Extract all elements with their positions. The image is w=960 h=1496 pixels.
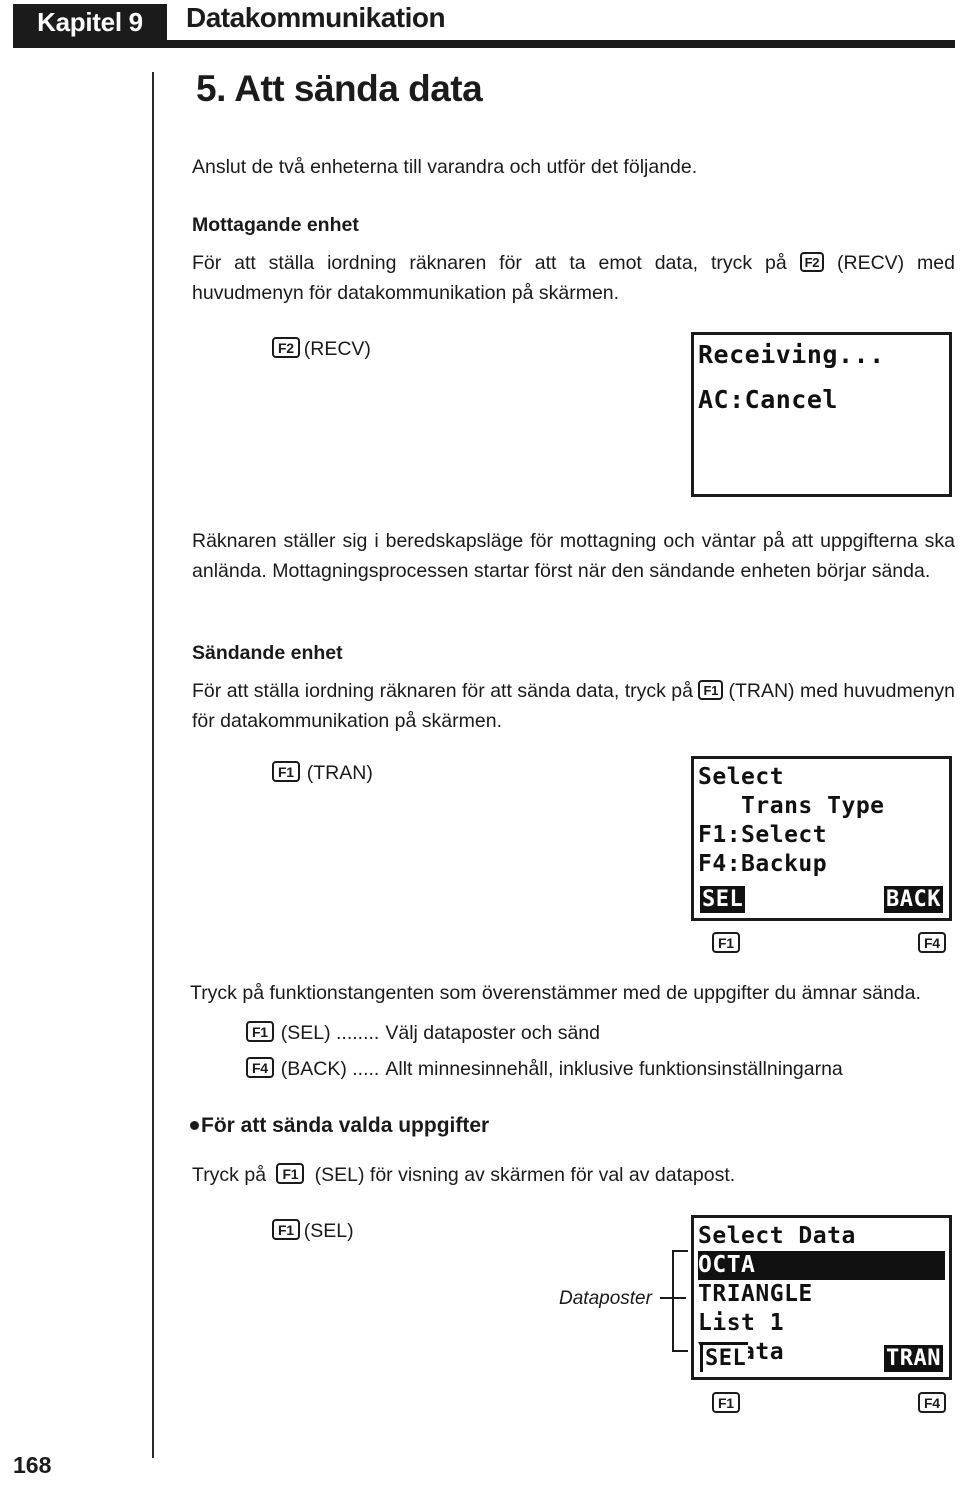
lcd-trans-line4: F4:Backup xyxy=(698,851,828,877)
lcd-tab-sel[interactable]: SEL xyxy=(700,886,746,913)
sending-option-back: F4 (BACK) ..... Allt minnesinnehåll, inklu… xyxy=(246,1054,960,1084)
receiving-paragraph: För att ställa iordning räknaren för att… xyxy=(192,248,955,308)
f4-key-icon-under-trans: F4 xyxy=(918,932,946,953)
sending-option-sel-desc: Välj dataposter och sänd xyxy=(385,1022,601,1044)
f1-key-icon-sel-caption: F1 xyxy=(272,1219,300,1240)
page-header: Kapitel 9 Datakommunikation xyxy=(0,0,960,56)
sel-caption-text: (SEL) xyxy=(303,1220,354,1242)
dataposter-label: Dataposter xyxy=(559,1288,652,1309)
f1-key-icon: F1 xyxy=(698,680,724,700)
selected-paragraph: Tryck på F1 (SEL) för visning av skärmen… xyxy=(192,1160,955,1190)
selected-bullet-heading-text: För att sända valda uppgifter xyxy=(201,1114,490,1137)
sending-paragraph: För att ställa iordning räknaren för att… xyxy=(192,676,955,736)
lcd-select-data-row-2[interactable]: List 1 xyxy=(698,1309,945,1338)
page-title: 5. Att sända data xyxy=(196,68,483,109)
selected-text-a: Tryck på xyxy=(192,1164,267,1186)
lcd-receiving-line2: AC:Cancel xyxy=(698,385,838,414)
sending-heading: Sändande enhet xyxy=(192,642,343,664)
tran-caption-text: (TRAN) xyxy=(306,762,373,784)
f2-key-icon-caption: F2 xyxy=(272,337,300,358)
f1-key-icon-selected: F1 xyxy=(276,1163,305,1184)
receiving-note: Räknaren ställer sig i beredskapsläge fö… xyxy=(192,530,955,582)
f1-key-icon-under-trans: F1 xyxy=(712,932,740,953)
f4-key-icon-option: F4 xyxy=(246,1057,274,1078)
lcd-select-data-row-0[interactable]: OCTA xyxy=(698,1251,945,1280)
lcd-trans-line1: Select xyxy=(698,764,785,790)
lcd-trans-line2: Trans Type xyxy=(698,793,885,819)
page-number: 168 xyxy=(13,1452,52,1478)
sending-option-sel: F1 (SEL) ........ Välj dataposter och sänd xyxy=(246,1018,960,1048)
sending-text-a: För att ställa iordning räknaren för att… xyxy=(192,680,693,702)
recv-caption-text: (RECV) xyxy=(303,338,371,360)
f1-key-icon-under-select: F1 xyxy=(712,1392,740,1413)
receiving-heading: Mottagande enhet xyxy=(192,214,359,236)
lcd-select-data-row-1[interactable]: TRIANGLE xyxy=(698,1280,945,1309)
header-rule xyxy=(13,40,955,48)
fkey-caption-f1-select: F1 xyxy=(712,1392,740,1413)
lcd-receiving-content: Receiving... AC:Cancel xyxy=(698,339,945,490)
selected-text-b: (SEL) för visning av skärmen för val av … xyxy=(314,1164,736,1186)
dataposter-bracket xyxy=(672,1250,688,1352)
selected-bullet-heading: För att sända valda uppgifter xyxy=(190,1114,489,1138)
f4-key-icon-under-select: F4 xyxy=(918,1392,946,1413)
f1-key-icon-option: F1 xyxy=(246,1021,274,1042)
fkey-caption-f4-select: F4 xyxy=(918,1392,946,1413)
tran-caption: F1 (TRAN) xyxy=(272,758,373,788)
left-vertical-rule xyxy=(152,72,154,1458)
sending-option-back-label: (BACK) ..... xyxy=(280,1058,380,1080)
f1-key-icon-caption: F1 xyxy=(272,761,300,782)
lcd-tab-sel-outline[interactable]: SEL xyxy=(700,1342,749,1372)
lcd-select-data-title: Select Data xyxy=(698,1223,856,1249)
sending-instruction: Tryck på funktionstangenten som överenst… xyxy=(190,982,921,1004)
receiving-text-a: För att ställa iordning räknaren för att… xyxy=(192,252,787,274)
lcd-tab-tran[interactable]: TRAN xyxy=(884,1345,943,1372)
fkey-caption-f1-trans: F1 xyxy=(712,932,740,953)
chapter-title: Datakommunikation xyxy=(186,2,446,33)
lcd-receiving-line1: Receiving... xyxy=(698,340,885,369)
lcd-screen-trans-type: Select Trans Type F1:Select F4:Backup SE… xyxy=(691,756,952,921)
sending-option-sel-label: (SEL) ........ xyxy=(280,1022,380,1044)
f2-key-icon: F2 xyxy=(799,252,825,272)
lcd-screen-receiving: Receiving... AC:Cancel xyxy=(691,332,952,497)
lcd-screen-select-data: Select Data OCTA TRIANGLE List 1 Y=Data … xyxy=(691,1215,952,1380)
lcd-trans-tabs: SEL BACK xyxy=(698,883,945,913)
sending-option-back-desc: Allt minnesinnehåll, inklusive funktions… xyxy=(385,1058,843,1080)
lcd-tab-back[interactable]: BACK xyxy=(884,886,943,913)
fkey-caption-f4-trans: F4 xyxy=(918,932,946,953)
sel-caption: F1 (SEL) xyxy=(272,1216,354,1246)
chapter-badge: Kapitel 9 xyxy=(13,4,167,40)
intro-paragraph: Anslut de två enheterna till varandra oc… xyxy=(192,156,698,178)
bullet-dot-icon xyxy=(190,1121,199,1130)
recv-caption: F2 (RECV) xyxy=(272,334,371,364)
lcd-select-data-tabs: SEL TRAN xyxy=(698,1342,945,1372)
lcd-trans-line3: F1:Select xyxy=(698,822,828,848)
